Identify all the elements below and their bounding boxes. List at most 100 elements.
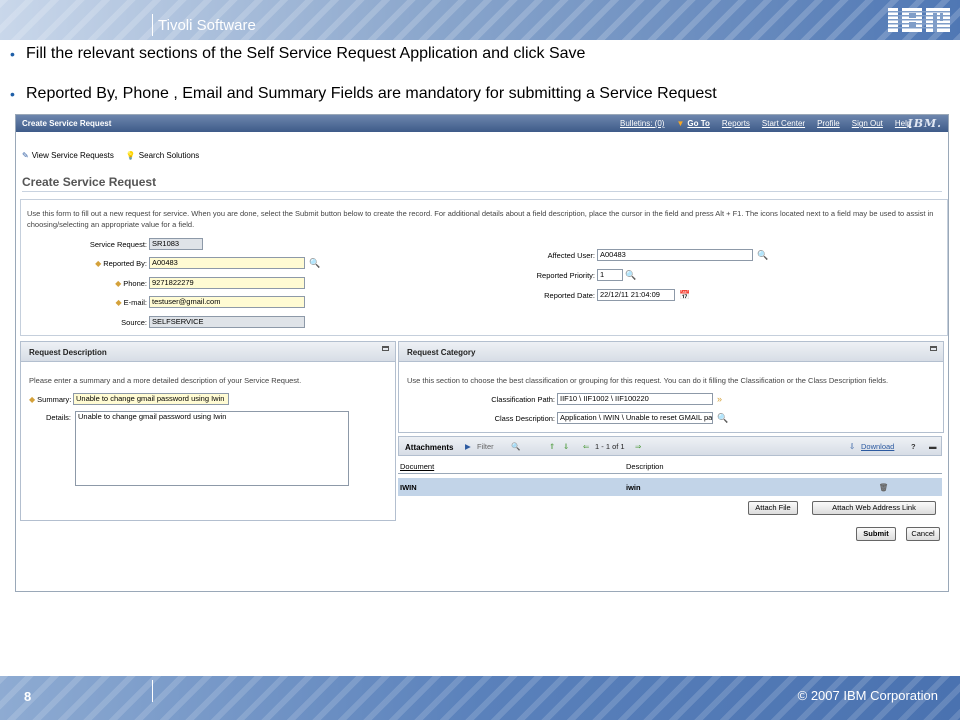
reported-by-row: ◆ Reported By: A00483 🔍 — [61, 256, 320, 270]
minimize-icon[interactable]: ▬ — [929, 442, 937, 451]
email-label: E-mail: — [123, 297, 147, 307]
attachments-title: Attachments — [405, 443, 454, 452]
classification-label: Classification Path: — [491, 394, 555, 404]
reported-priority-field[interactable]: 1 — [597, 269, 623, 281]
profile-link[interactable]: Profile — [817, 119, 840, 128]
slide-footer-band: 8 © 2007 IBM Corporation — [0, 676, 960, 720]
service-request-row: Service Request: SR1083 — [61, 237, 203, 251]
summary-row: ◆ Summary: Unable to change gmail passwor… — [29, 392, 229, 406]
cancel-button[interactable]: Cancel — [906, 527, 940, 541]
footer-divider — [152, 680, 153, 702]
summary-label-wrap: ◆ Summary: — [29, 395, 73, 404]
next-page-icon[interactable]: ⇒ — [635, 442, 641, 451]
details-textarea[interactable]: Unable to change gmail password using Iw… — [75, 411, 349, 486]
affected-user-row: Affected User: A00483 🔍 — [521, 248, 768, 262]
classification-row: Classification Path: IIF10 \ IIF1002 \ I… — [407, 392, 722, 406]
previous-page-icon[interactable]: ⇐ — [583, 442, 589, 451]
details-label: Details: — [45, 412, 71, 422]
attachments-header: Attachments ▶ Filter 🔍 ⇑ ⇓ ⇐ 1 - 1 of 1 … — [398, 436, 942, 456]
bullet-dot-icon: • — [10, 86, 15, 102]
phone-field[interactable]: 9271822279 — [149, 277, 305, 289]
page-down-icon[interactable]: ⇓ — [563, 442, 569, 451]
reported-date-field[interactable]: 22/12/11 21:04:09 — [597, 289, 675, 301]
class-description-field[interactable]: Application \ IWIN \ Unable to reset GMA… — [557, 412, 713, 424]
minimize-icon[interactable] — [930, 346, 937, 351]
help-icon[interactable]: ? — [911, 442, 916, 451]
slide-bullets: • Fill the relevant sections of the Self… — [10, 45, 950, 105]
view-requests-button[interactable]: ✎ View Service Requests — [22, 151, 114, 160]
header-divider — [152, 14, 153, 36]
reported-by-lookup-icon[interactable]: 🔍 — [309, 258, 320, 269]
column-header-description: Description — [626, 462, 664, 471]
sign-out-link[interactable]: Sign Out — [852, 119, 883, 128]
minimize-icon[interactable] — [382, 346, 389, 351]
panel-title: Request Category — [407, 348, 476, 357]
reported-by-label-wrap: ◆ Reported By: — [61, 259, 149, 268]
description-cell: iwin — [626, 482, 641, 492]
download-icon[interactable]: ⇩ — [849, 442, 855, 451]
class-description-row: Class Description: Application \ IWIN \ … — [407, 411, 728, 425]
bullet-item: • Reported By, Phone , Email and Summary… — [10, 85, 950, 105]
bulletins-link[interactable]: Bulletins: (0) — [620, 119, 664, 128]
panel-header: Request Description — [21, 342, 395, 362]
reported-priority-row: Reported Priority: 1 🔍 — [521, 268, 636, 282]
trash-icon[interactable]: 🗑 — [879, 483, 899, 492]
submit-button[interactable]: Submit — [856, 527, 896, 541]
email-row: ◆ E-mail: testuser@gmail.com — [61, 295, 305, 309]
panel-header: Request Category — [399, 342, 943, 362]
required-icon: ◆ — [95, 258, 102, 268]
request-category-panel: Request Category Use this section to cho… — [398, 341, 944, 433]
source-label: Source: — [121, 317, 147, 327]
lightbulb-icon: 💡 — [125, 151, 136, 160]
filter-toggle-icon[interactable]: ▶ — [465, 442, 471, 451]
bullet-text: Fill the relevant sections of the Self S… — [26, 45, 586, 62]
top-nav: Bulletins: (0) ▼ Go To Reports Start Cen… — [620, 119, 911, 128]
affected-user-lookup-icon[interactable]: 🔍 — [757, 250, 768, 261]
column-header-document[interactable]: Document — [398, 462, 624, 471]
attachments-table: Document Description IWIN iwin 🗑 — [398, 460, 942, 496]
class-description-label: Class Description: — [494, 413, 555, 423]
goto-arrow-icon: ▼ — [676, 119, 685, 128]
download-link[interactable]: Download — [861, 442, 894, 451]
search-solutions-label: Search Solutions — [138, 151, 200, 160]
affected-user-field[interactable]: A00483 — [597, 249, 753, 261]
request-description-panel: Request Description Please enter a summa… — [20, 341, 396, 521]
copyright: © 2007 IBM Corporation — [797, 688, 938, 703]
summary-field[interactable]: Unable to change gmail password using Iw… — [73, 393, 229, 405]
search-solutions-button[interactable]: 💡 Search Solutions — [126, 151, 199, 160]
attach-file-button[interactable]: Attach File — [748, 501, 798, 515]
start-center-link[interactable]: Start Center — [762, 119, 805, 128]
request-header-section: Use this form to fill out a new request … — [20, 199, 948, 336]
source-row: Source: SELFSERVICE — [61, 315, 305, 329]
search-icon[interactable]: 🔍 — [511, 442, 520, 451]
priority-lookup-icon[interactable]: 🔍 — [625, 270, 636, 281]
table-row[interactable]: IWIN iwin 🗑 — [398, 478, 942, 496]
document-cell[interactable]: IWIN — [398, 483, 624, 492]
filter-label[interactable]: Filter — [477, 442, 494, 451]
source-field: SELFSERVICE — [149, 316, 305, 328]
page-title: Create Service Request — [22, 175, 157, 189]
classification-detail-icon[interactable]: » — [717, 394, 722, 404]
header-stripes — [0, 0, 960, 40]
app-ibm-logo: IBM. — [907, 117, 942, 130]
maximo-app-window: Create Service Request Bulletins: (0) ▼ … — [15, 114, 949, 592]
email-field[interactable]: testuser@gmail.com — [149, 296, 305, 308]
service-request-field: SR1083 — [149, 238, 203, 250]
details-row: Details: — [29, 410, 73, 424]
calendar-icon[interactable]: 📅 — [679, 290, 690, 301]
table-header: Document Description — [398, 460, 942, 474]
reported-by-field[interactable]: A00483 — [149, 257, 305, 269]
reported-date-row: Reported Date: 22/12/11 21:04:09 📅 — [521, 288, 690, 302]
reported-priority-label: Reported Priority: — [536, 270, 595, 280]
classification-field[interactable]: IIF10 \ IIF1002 \ IIF100220 — [557, 393, 713, 405]
goto-link[interactable]: Go To — [687, 119, 710, 128]
reports-link[interactable]: Reports — [722, 119, 750, 128]
category-hint: Use this section to choose the best clas… — [407, 376, 889, 385]
page-up-icon[interactable]: ⇑ — [549, 442, 555, 451]
attach-web-address-button[interactable]: Attach Web Address Link — [812, 501, 936, 515]
service-request-label: Service Request: — [89, 239, 147, 249]
reported-by-label: Reported By: — [103, 258, 147, 268]
class-description-lookup-icon[interactable]: 🔍 — [717, 413, 728, 424]
ibm-logo-icon — [888, 8, 950, 32]
intro-text: Use this form to fill out a new request … — [27, 209, 934, 229]
